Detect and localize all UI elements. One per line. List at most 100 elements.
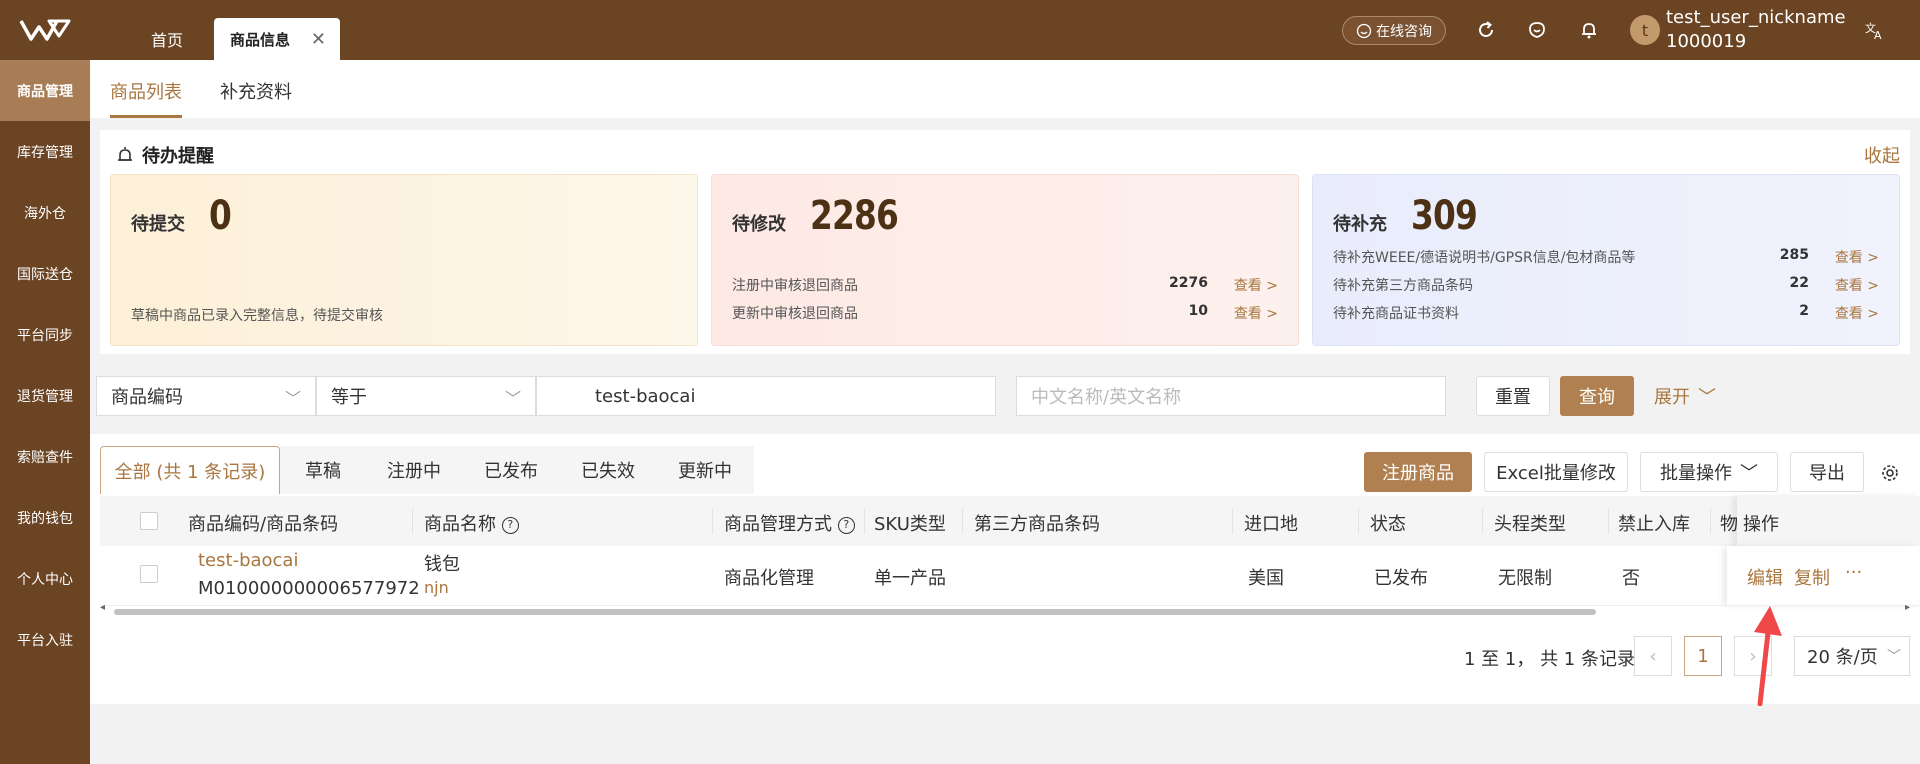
- translate-icon[interactable]: 文A: [1864, 19, 1886, 41]
- card-row: 更新中审核退回商品 10 查看 >: [732, 303, 1278, 323]
- card-row: 注册中审核退回商品 2276 查看 >: [732, 275, 1278, 295]
- logo[interactable]: [0, 0, 90, 60]
- batch-ops-button[interactable]: 批量操作 ﹀: [1640, 452, 1778, 492]
- tab-product-list[interactable]: 商品列表: [110, 78, 182, 118]
- user-info[interactable]: test_user_nickname 1000019: [1666, 6, 1846, 54]
- scrollbar-thumb[interactable]: [114, 609, 1596, 615]
- more-icon[interactable]: ···: [1845, 562, 1862, 583]
- edit-link[interactable]: 编辑: [1747, 564, 1783, 590]
- user-nickname: test_user_nickname: [1666, 7, 1846, 28]
- headset-icon: [1356, 23, 1372, 38]
- sidebar-item-returns[interactable]: 退货管理: [0, 365, 90, 426]
- status-tab-registering[interactable]: 注册中: [366, 446, 462, 494]
- card-pending-supplement[interactable]: 待补充 309 待补充WEEE/德语说明书/GPSR信息/包材商品等 285 查…: [1312, 174, 1900, 346]
- col-manage: 商品管理方式 ?: [724, 510, 855, 536]
- sidebar-item-product[interactable]: 商品管理: [0, 60, 90, 121]
- arrow-annotation-icon: [1754, 606, 1782, 706]
- copy-link[interactable]: 复制: [1794, 564, 1830, 590]
- sidebar-item-profile[interactable]: 个人中心: [0, 548, 90, 609]
- horizontal-scrollbar[interactable]: ◂ ▸: [100, 602, 1910, 618]
- tab-product-info[interactable]: 商品信息 ✕: [214, 18, 340, 60]
- sidebar-item-inventory[interactable]: 库存管理: [0, 121, 90, 182]
- operator-select-value: 等于: [331, 387, 367, 408]
- refresh-icon[interactable]: [1475, 19, 1497, 41]
- view-link[interactable]: 查看 >: [1835, 275, 1879, 295]
- row-checkbox[interactable]: [140, 565, 158, 583]
- help-icon[interactable]: ?: [837, 516, 855, 534]
- avatar[interactable]: t: [1630, 15, 1660, 45]
- chevron-down-icon: ﹀: [1698, 387, 1716, 408]
- card-pending-submit[interactable]: 待提交 0 草稿中商品已录入完整信息，待提交审核: [110, 174, 698, 346]
- col-third-code: 第三方商品条码: [974, 514, 1100, 535]
- page-size-select[interactable]: 20 条/页 ﹀: [1794, 636, 1910, 676]
- top-bar: 首页 商品信息 ✕ 在线咨询 t test_user_nickname 1000…: [0, 0, 1920, 60]
- name-input[interactable]: 中文名称/英文名称: [1016, 376, 1446, 416]
- prev-page-button[interactable]: ‹: [1634, 636, 1672, 676]
- tab-product-info-label: 商品信息: [230, 30, 291, 49]
- sidebar-item-sync[interactable]: 平台同步: [0, 304, 90, 365]
- operator-select[interactable]: 等于 ﹀: [316, 376, 536, 416]
- export-button[interactable]: 导出: [1790, 452, 1864, 492]
- page-1-button[interactable]: 1: [1684, 636, 1722, 676]
- row-code-link[interactable]: test-baocai: [198, 550, 298, 571]
- chat-icon[interactable]: [1526, 19, 1548, 41]
- view-link[interactable]: 查看 >: [1234, 275, 1278, 295]
- view-link[interactable]: 查看 >: [1835, 247, 1879, 267]
- sub-tabs: 商品列表 补充资料: [90, 60, 1920, 118]
- table-header: 商品编码/商品条码 商品名称 ? 商品管理方式 ? SKU类型 第三方商品条码 …: [100, 496, 1920, 546]
- gear-icon[interactable]: [1881, 464, 1899, 482]
- tab-supplement[interactable]: 补充资料: [220, 78, 292, 118]
- field-select[interactable]: 商品编码 ﹀: [96, 376, 316, 416]
- status-tab-invalid[interactable]: 已失效: [560, 446, 656, 494]
- card-label: 待提交: [131, 214, 185, 235]
- scroll-left-icon[interactable]: ◂: [100, 602, 105, 613]
- field-select-value: 商品编码: [111, 387, 183, 408]
- help-icon[interactable]: ?: [501, 516, 519, 534]
- status-tab-published[interactable]: 已发布: [462, 446, 560, 494]
- register-product-button[interactable]: 注册商品: [1364, 452, 1472, 492]
- tab-home[interactable]: 首页: [120, 18, 214, 60]
- card-pending-modify[interactable]: 待修改 2286 注册中审核退回商品 2276 查看 > 更新中审核退回商品 1…: [711, 174, 1299, 346]
- reset-button[interactable]: 重置: [1476, 376, 1550, 416]
- value-input-text: test-baocai: [595, 385, 696, 407]
- view-link[interactable]: 查看 >: [1234, 303, 1278, 323]
- name-input-placeholder: 中文名称/英文名称: [1031, 387, 1182, 408]
- online-consult-button[interactable]: 在线咨询: [1342, 16, 1446, 45]
- col-manage-label: 商品管理方式: [724, 514, 832, 535]
- col-import: 进口地: [1244, 514, 1298, 535]
- col-name-label: 商品名称: [424, 514, 496, 535]
- expand-button[interactable]: 展开 ﹀: [1652, 376, 1718, 416]
- status-tab-updating[interactable]: 更新中: [656, 446, 754, 494]
- sidebar-item-wallet[interactable]: 我的钱包: [0, 487, 90, 548]
- col-ops: 操作: [1737, 496, 1920, 546]
- sidebar-item-overseas[interactable]: 海外仓: [0, 182, 90, 243]
- row-status: 已发布: [1374, 568, 1428, 589]
- alarm-icon: [118, 147, 132, 161]
- row-text: 待补充WEEE/德语说明书/GPSR信息/包材商品等: [1333, 250, 1636, 266]
- sidebar-item-join[interactable]: 平台入驻: [0, 609, 90, 670]
- table-panel: 全部 (共 1 条记录) 草稿 注册中 已发布 已失效 更新中 注册商品 Exc…: [90, 434, 1920, 704]
- view-link[interactable]: 查看 >: [1835, 303, 1879, 323]
- scroll-right-icon[interactable]: ▸: [1905, 602, 1910, 613]
- value-input[interactable]: test-baocai: [536, 376, 996, 416]
- excel-batch-button[interactable]: Excel批量修改: [1484, 452, 1628, 492]
- col-forbid: 禁止入库: [1618, 514, 1690, 535]
- user-id: 1000019: [1666, 31, 1747, 52]
- row-text: 注册中审核退回商品: [732, 278, 858, 294]
- todo-title: 待办提醒: [116, 142, 214, 168]
- status-tab-draft[interactable]: 草稿: [280, 446, 366, 494]
- collapse-link[interactable]: 收起: [1864, 142, 1900, 168]
- status-tab-all[interactable]: 全部 (共 1 条记录): [100, 446, 280, 494]
- row-text: 更新中审核退回商品: [732, 306, 858, 322]
- row-text: 待补充第三方商品条码: [1333, 278, 1473, 294]
- close-icon[interactable]: ✕: [311, 29, 326, 50]
- sidebar-item-intl-delivery[interactable]: 国际送仓: [0, 243, 90, 304]
- select-all-checkbox[interactable]: [140, 512, 158, 530]
- sidebar-item-claims[interactable]: 索赔查件: [0, 426, 90, 487]
- query-button[interactable]: 查询: [1560, 376, 1634, 416]
- card-row: 待补充WEEE/德语说明书/GPSR信息/包材商品等 285 查看 >: [1333, 247, 1879, 267]
- svg-text:A: A: [1874, 29, 1882, 41]
- row-sku-type: 单一产品: [874, 568, 946, 589]
- bell-icon[interactable]: [1578, 19, 1600, 41]
- row-forbid: 否: [1622, 568, 1640, 589]
